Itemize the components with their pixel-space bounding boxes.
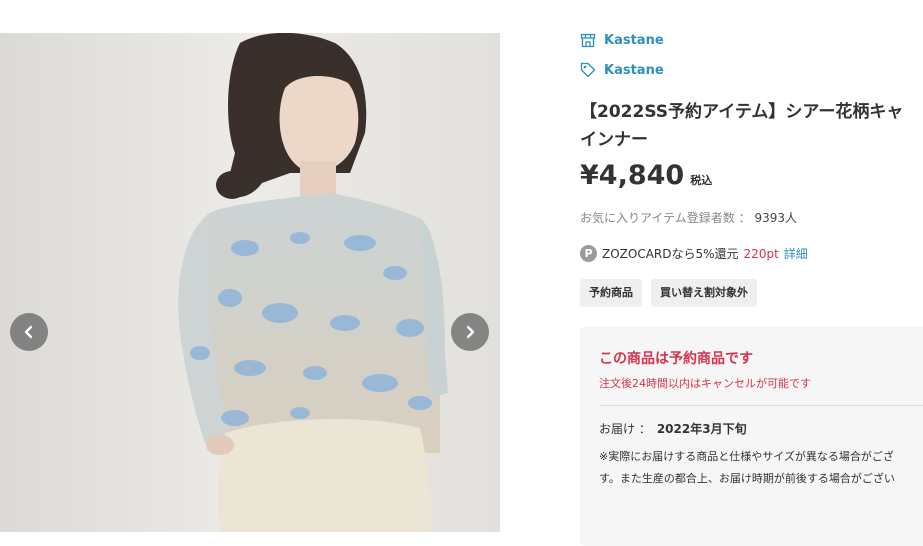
- shop-link[interactable]: Kastane: [580, 33, 664, 48]
- tag-trade-in-excluded: 買い替え割対象外: [651, 279, 757, 307]
- zozocard-detail-link[interactable]: 詳細: [784, 245, 808, 262]
- preorder-notice: この商品は予約商品です 注文後24時間以内はキャンセルが可能です お届け ： 20…: [580, 326, 923, 546]
- shop-icon: [580, 33, 596, 48]
- price-amount: ¥4,840: [580, 160, 685, 191]
- chevron-right-icon: [466, 325, 475, 339]
- tag-preorder: 予約商品: [580, 279, 642, 307]
- tax-label: 税込: [690, 174, 713, 187]
- delivery-label: お届け ：: [599, 422, 651, 436]
- favorites-count: お気に入りアイテム登録者数 ： 9393人: [580, 209, 797, 226]
- product-tags: 予約商品 買い替え割対象外: [580, 279, 757, 307]
- product-title-line1: 【2022SS予約アイテム】シアー花柄キャ: [580, 102, 904, 122]
- product-price: ¥4,840 税込: [580, 160, 712, 191]
- delivery-date: お届け ： 2022年3月下旬: [599, 420, 747, 437]
- delivery-note: ※実際にお届けする商品と仕様やサイズが異なる場合がござ す。また生産の都合上、お…: [599, 446, 923, 490]
- product-title-line2: インナー: [580, 130, 648, 150]
- carousel-prev-button[interactable]: [10, 313, 48, 351]
- points-badge-icon: P: [580, 245, 597, 262]
- product-title: 【2022SS予約アイテム】シアー花柄キャ インナー: [580, 98, 923, 154]
- delivery-value: 2022年3月下旬: [656, 422, 747, 436]
- zozocard-text: ZOZOCARDなら5%還元: [602, 247, 739, 261]
- carousel-next-button[interactable]: [451, 313, 489, 351]
- brand-link[interactable]: Kastane: [580, 62, 664, 78]
- zozocard-points: P ZOZOCARDなら5%還元 220pt 詳細: [580, 245, 808, 262]
- delivery-note-line1: ※実際にお届けする商品と仕様やサイズが異なる場合がござ: [599, 450, 894, 463]
- zozocard-points-value: 220pt: [743, 246, 779, 261]
- product-photo: [0, 33, 500, 532]
- divider: [599, 405, 923, 406]
- shop-name: Kastane: [604, 33, 664, 48]
- favorites-number: 9393人: [754, 211, 797, 225]
- favorites-label: お気に入りアイテム登録者数 ：: [580, 211, 751, 225]
- chevron-left-icon: [24, 325, 33, 339]
- notice-heading: この商品は予約商品です: [599, 351, 753, 367]
- delivery-note-line2: す。また生産の都合上、お届け時期が前後する場合がござい: [599, 472, 895, 485]
- notice-subtext: 注文後24時間以内はキャンセルが可能です: [599, 377, 811, 390]
- tag-icon: [580, 62, 596, 78]
- product-image[interactable]: [0, 33, 500, 532]
- brand-name: Kastane: [604, 62, 664, 78]
